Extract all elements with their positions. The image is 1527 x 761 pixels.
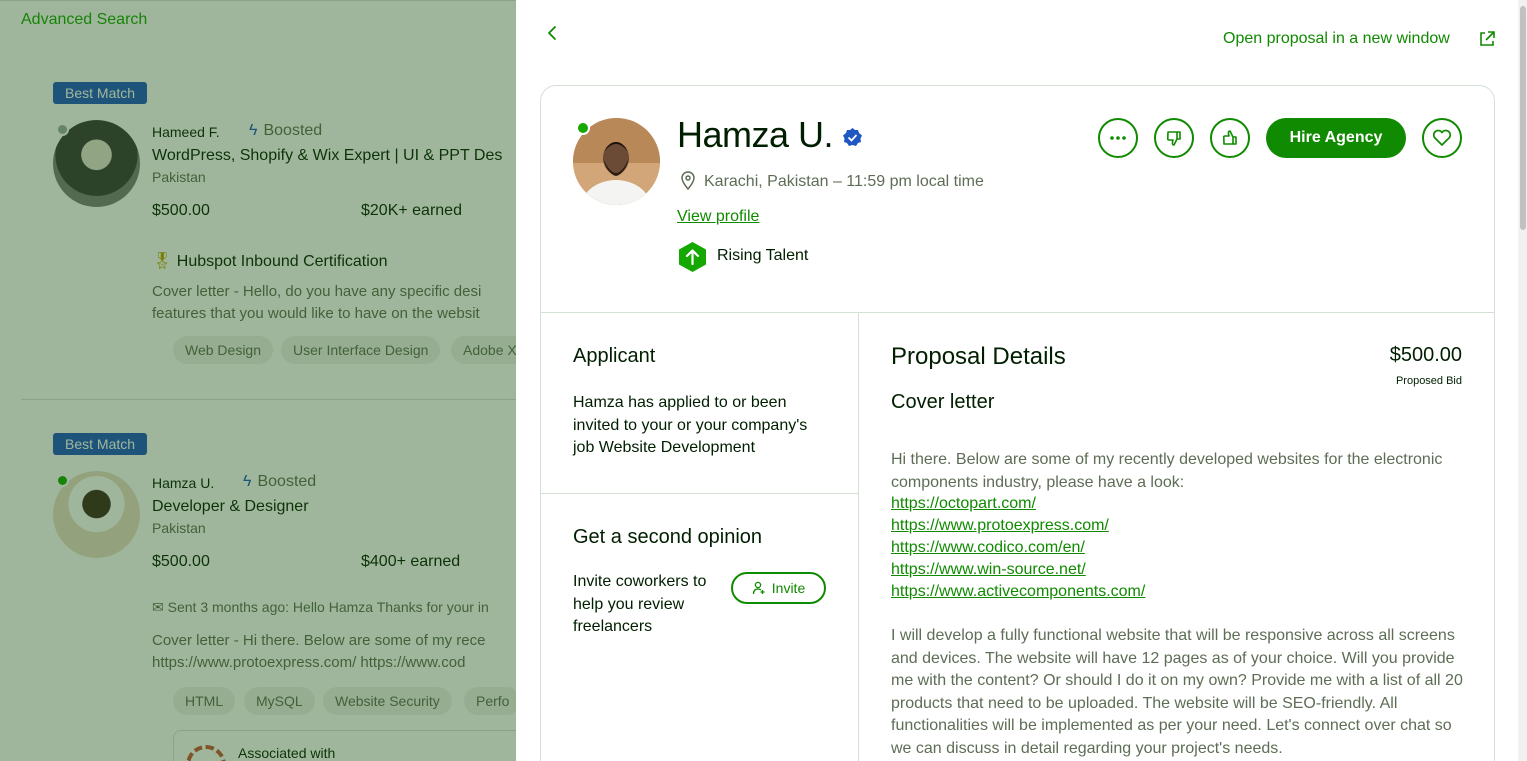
- second-opinion-title: Get a second opinion: [573, 526, 763, 548]
- view-profile-link[interactable]: View profile: [677, 208, 759, 226]
- portfolio-link[interactable]: https://www.codico.com/en/: [891, 537, 1145, 559]
- job-title: Website Development: [598, 439, 756, 456]
- thumbs-up-button[interactable]: [1210, 118, 1250, 158]
- back-icon[interactable]: [542, 22, 564, 44]
- proposed-bid-amount: $500.00: [1389, 344, 1462, 366]
- invite-button[interactable]: Invite: [731, 572, 826, 604]
- applicant-title: Applicant: [573, 345, 656, 367]
- column-divider: [858, 313, 859, 761]
- thumbs-down-icon: [1166, 131, 1181, 146]
- proposed-bid-label: Proposed Bid: [1395, 375, 1462, 387]
- applicant-text: Hamza has applied to or been invited to …: [573, 394, 808, 456]
- online-indicator: [576, 121, 590, 135]
- portfolio-link[interactable]: https://www.win-source.net/: [891, 559, 1145, 581]
- proposal-details-title: Proposal Details: [891, 343, 1066, 370]
- scrollbar-thumb[interactable]: [1520, 6, 1526, 230]
- portfolio-link[interactable]: https://octopart.com/: [891, 493, 1145, 515]
- portfolio-link[interactable]: https://www.protoexpress.com/: [891, 515, 1145, 537]
- second-opinion-text: Invite coworkers to help you review free…: [573, 573, 707, 635]
- more-icon: [1110, 136, 1126, 140]
- hire-agency-button[interactable]: Hire Agency: [1266, 118, 1406, 158]
- rising-talent-label: Rising Talent: [717, 247, 809, 264]
- portfolio-link[interactable]: https://www.activecomponents.com/: [891, 581, 1145, 603]
- open-new-window-link[interactable]: Open proposal in a new window: [1223, 30, 1450, 48]
- thumbs-up-icon: [1222, 130, 1237, 145]
- external-link-icon[interactable]: [1478, 30, 1496, 48]
- modal-overlay[interactable]: [0, 0, 516, 761]
- location-time: Karachi, Pakistan – 11:59 pm local time: [704, 173, 984, 190]
- thumbs-down-button[interactable]: [1154, 118, 1194, 158]
- more-options-button[interactable]: [1098, 118, 1138, 158]
- invite-user-icon: [752, 581, 765, 595]
- header-divider: [541, 312, 1494, 313]
- cover-letter-body: I will develop a fully functional websit…: [891, 627, 1463, 757]
- cover-letter-title: Cover letter: [891, 391, 995, 413]
- location-pin-icon: [681, 171, 695, 191]
- applicant-divider: [541, 493, 858, 494]
- freelancer-name: Hamza U.: [677, 114, 834, 155]
- save-favorite-button[interactable]: [1422, 118, 1462, 158]
- rising-talent-icon: [679, 242, 706, 272]
- heart-icon: [1432, 129, 1452, 146]
- portfolio-links: https://octopart.com/ https://www.protoe…: [891, 493, 1145, 603]
- verified-badge-icon: [843, 128, 862, 146]
- cover-letter-intro: Hi there. Below are some of my recently …: [891, 451, 1443, 491]
